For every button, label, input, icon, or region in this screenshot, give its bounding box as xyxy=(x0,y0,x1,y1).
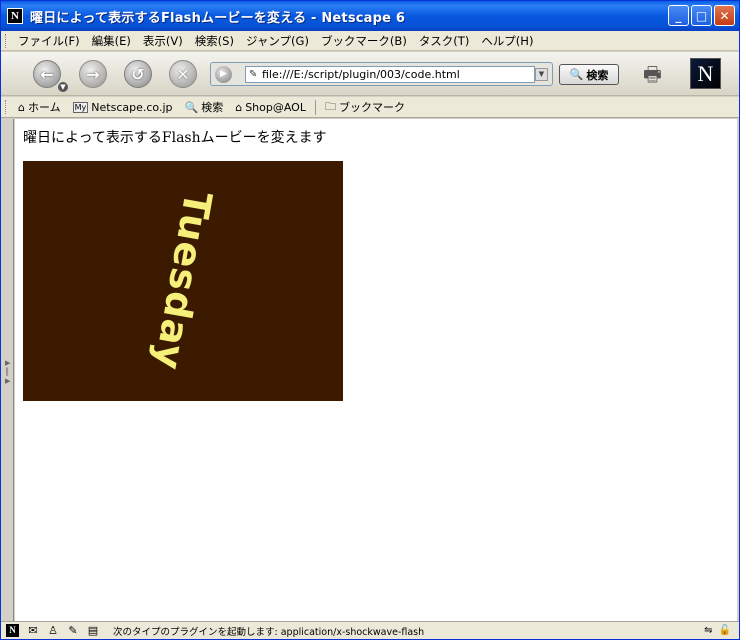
menu-bookmarks[interactable]: ブックマーク(B) xyxy=(315,33,413,49)
title-bar: N 曜日によって表示するFlashムービーを変える - Netscape 6 _… xyxy=(1,1,739,31)
bookmarks-folder[interactable]: 🗀 ブックマーク xyxy=(319,98,411,117)
menu-tasks[interactable]: タスク(T) xyxy=(413,33,476,49)
address-book-icon[interactable]: ▤ xyxy=(83,624,103,637)
magnifier-icon: 🔍 xyxy=(569,68,584,81)
minimize-button[interactable]: _ xyxy=(668,5,689,26)
menu-search[interactable]: 検索(S) xyxy=(189,33,240,49)
composer-icon[interactable]: ✎ xyxy=(63,624,83,637)
folder-icon: 🗀 xyxy=(324,99,336,113)
url-bar: ▶ ✎ ▼ xyxy=(210,62,553,86)
page-heading: 曜日によって表示するFlashムービーを変えます xyxy=(23,130,327,146)
reload-icon: ↺ xyxy=(131,64,145,84)
menu-help[interactable]: ヘルプ(H) xyxy=(475,33,539,49)
search-label: 検索 xyxy=(201,101,224,114)
toolbar-grip-icon[interactable] xyxy=(5,100,8,114)
menu-view[interactable]: 表示(V) xyxy=(137,33,189,49)
search-link[interactable]: 🔍 検索 xyxy=(179,99,230,115)
netscape-logo[interactable]: N xyxy=(690,58,721,89)
sidebar-toggle[interactable]: ▶ ║ ▶ xyxy=(1,119,14,621)
netscape-link[interactable]: My Netscape.co.jp xyxy=(67,101,179,114)
shop-link[interactable]: ⌂ Shop@AOL xyxy=(229,101,312,114)
menu-edit[interactable]: 編集(E) xyxy=(86,33,137,49)
status-indicators: ⇋ 🔓 xyxy=(704,625,739,636)
url-reload-icon[interactable]: ▶ xyxy=(215,66,232,83)
page-content: 曜日によって表示するFlashムービーを変えます Tuesday xyxy=(15,119,737,621)
shop-label: Shop@AOL xyxy=(245,100,306,114)
flash-day-text: Tuesday xyxy=(145,188,221,374)
navigation-toolbar: ← ▼ → ↺ ✕ ▶ ✎ ▼ 🔍 検索 🖶 N xyxy=(1,52,739,96)
bookmarks-label: ブックマーク xyxy=(338,101,405,114)
netscape-app-icon: N xyxy=(7,8,23,24)
toolbar-grip-icon[interactable] xyxy=(5,33,8,48)
netscape-status-icon[interactable]: N xyxy=(6,624,19,637)
shop-house-icon: ⌂ xyxy=(235,100,243,114)
security-lock-icon[interactable]: 🔓 xyxy=(719,625,731,636)
forward-button[interactable]: → xyxy=(79,60,107,88)
window-title: 曜日によって表示するFlashムービーを変える - Netscape 6 xyxy=(30,10,406,26)
home-label: ホーム xyxy=(27,101,61,114)
url-dropdown-icon[interactable]: ▼ xyxy=(535,68,548,81)
back-arrow-icon: ← xyxy=(40,64,54,84)
sidebar-grip-icon[interactable]: ▶ ║ ▶ xyxy=(5,359,10,399)
close-button[interactable]: ✕ xyxy=(714,5,735,26)
url-input[interactable] xyxy=(245,66,535,83)
mail-icon[interactable]: ✉ xyxy=(23,624,43,637)
toolbar-divider xyxy=(314,99,316,115)
home-link[interactable]: ⌂ ホーム xyxy=(12,99,67,115)
reload-button[interactable]: ↺ xyxy=(124,60,152,88)
my-netscape-icon: My xyxy=(72,101,89,113)
page-icon: ✎ xyxy=(249,69,258,80)
menu-file[interactable]: ファイル(F) xyxy=(12,33,86,49)
menu-go[interactable]: ジャンプ(G) xyxy=(240,33,315,49)
stop-button[interactable]: ✕ xyxy=(169,60,197,88)
back-button[interactable]: ← xyxy=(33,60,61,88)
stop-icon: ✕ xyxy=(176,64,190,84)
menu-bar: ファイル(F) 編集(E) 表示(V) 検索(S) ジャンプ(G) ブックマーク… xyxy=(1,31,739,51)
personal-toolbar: ⌂ ホーム My Netscape.co.jp 🔍 検索 ⌂ Shop@AOL … xyxy=(1,97,739,118)
netscape-label: Netscape.co.jp xyxy=(91,100,173,114)
maximize-button[interactable]: □ xyxy=(691,5,712,26)
browser-window: N 曜日によって表示するFlashムービーを変える - Netscape 6 _… xyxy=(0,0,740,640)
print-icon[interactable]: 🖶 xyxy=(643,60,673,86)
magnifier-icon: 🔍 xyxy=(184,100,199,114)
forward-arrow-icon: → xyxy=(86,64,100,84)
online-status-icon[interactable]: ⇋ xyxy=(704,625,712,636)
status-bar: N ✉ ♙ ✎ ▤ 次のタイプのプラグインを起動します: application… xyxy=(1,621,739,639)
back-history-dropdown-icon[interactable]: ▼ xyxy=(58,82,68,92)
status-message: 次のタイプのプラグインを起動します: application/x-shockwa… xyxy=(113,626,425,638)
home-icon: ⌂ xyxy=(18,100,25,114)
window-controls: _ □ ✕ xyxy=(668,5,735,26)
search-button-label: 検索 xyxy=(586,68,609,82)
instant-messenger-icon[interactable]: ♙ xyxy=(43,624,63,637)
flash-movie[interactable]: Tuesday xyxy=(23,161,343,401)
search-button[interactable]: 🔍 検索 xyxy=(559,64,619,85)
